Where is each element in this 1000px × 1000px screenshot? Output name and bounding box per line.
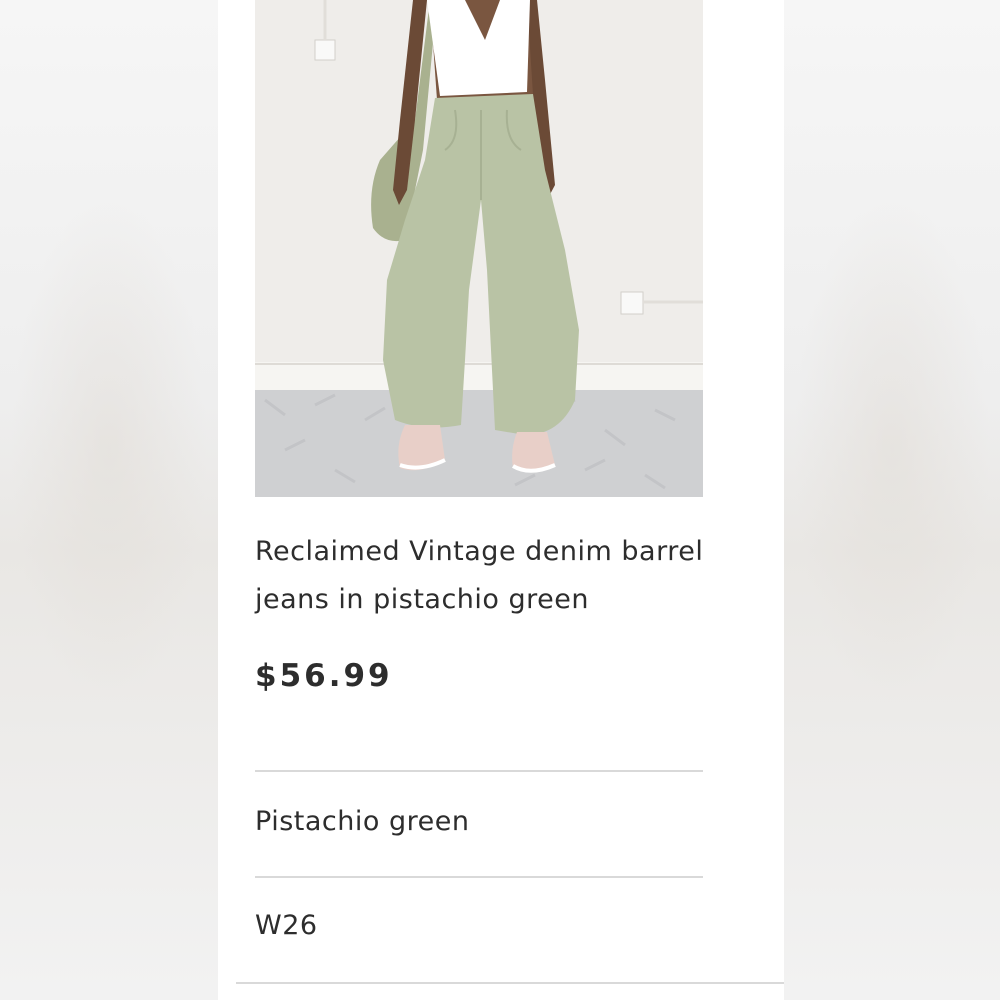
product-title: Reclaimed Vintage denim barrel jeans in … [255,536,704,615]
blurred-background-left [0,0,218,1000]
blurred-background-right [784,0,1000,1000]
product-card: Reclaimed Vintage denim barrel jeans in … [218,0,784,1000]
size-option[interactable]: W26 [255,910,318,941]
product-image[interactable] [255,0,703,497]
divider [255,876,703,878]
divider [255,770,703,772]
product-image-illustration [255,0,703,497]
divider [236,982,784,984]
color-option[interactable]: Pistachio green [255,806,469,837]
product-price: $56.99 [255,658,393,694]
